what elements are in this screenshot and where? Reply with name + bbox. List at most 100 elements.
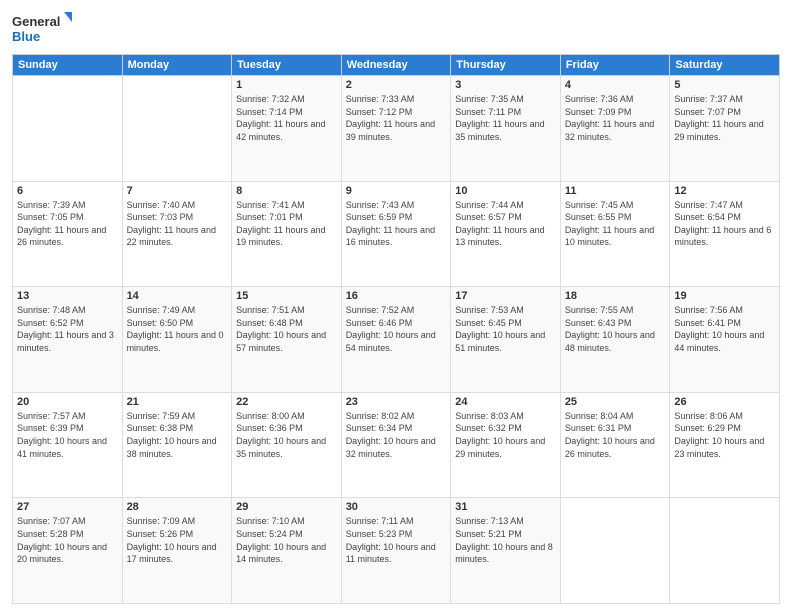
day-number: 3 <box>455 79 556 91</box>
calendar-table: SundayMondayTuesdayWednesdayThursdayFrid… <box>12 54 780 604</box>
day-number: 22 <box>236 396 337 408</box>
calendar-week-row: 1 Sunrise: 7:32 AMSunset: 7:14 PMDaylight… <box>13 76 780 182</box>
day-info: Sunrise: 7:33 AMSunset: 7:12 PMDaylight:… <box>346 93 447 143</box>
calendar-day-cell: 8 Sunrise: 7:41 AMSunset: 7:01 PMDaylight… <box>232 181 342 287</box>
calendar-page: General Blue SundayMondayTuesdayWednesda… <box>0 0 792 612</box>
day-info: Sunrise: 7:36 AMSunset: 7:09 PMDaylight:… <box>565 93 666 143</box>
calendar-day-cell <box>122 76 232 182</box>
calendar-day-cell: 16 Sunrise: 7:52 AMSunset: 6:46 PMDayligh… <box>341 287 451 393</box>
calendar-week-row: 6 Sunrise: 7:39 AMSunset: 7:05 PMDaylight… <box>13 181 780 287</box>
weekday-header-cell: Friday <box>560 55 670 76</box>
day-number: 17 <box>455 290 556 302</box>
day-number: 10 <box>455 185 556 197</box>
calendar-day-cell: 2 Sunrise: 7:33 AMSunset: 7:12 PMDaylight… <box>341 76 451 182</box>
day-info: Sunrise: 7:48 AMSunset: 6:52 PMDaylight:… <box>17 304 118 354</box>
day-number: 29 <box>236 501 337 513</box>
day-info: Sunrise: 8:03 AMSunset: 6:32 PMDaylight:… <box>455 410 556 460</box>
calendar-week-row: 20Sunrise: 7:57 AMSunset: 6:39 PMDayligh… <box>13 392 780 498</box>
weekday-header-cell: Wednesday <box>341 55 451 76</box>
calendar-week-row: 13 Sunrise: 7:48 AMSunset: 6:52 PMDayligh… <box>13 287 780 393</box>
day-number: 1 <box>236 79 337 91</box>
calendar-day-cell: 4 Sunrise: 7:36 AMSunset: 7:09 PMDaylight… <box>560 76 670 182</box>
weekday-header-cell: Sunday <box>13 55 123 76</box>
calendar-day-cell: 17 Sunrise: 7:53 AMSunset: 6:45 PMDayligh… <box>451 287 561 393</box>
day-info: Sunrise: 7:37 AMSunset: 7:07 PMDaylight:… <box>674 93 775 143</box>
logo: General Blue <box>12 10 72 48</box>
weekday-header-cell: Tuesday <box>232 55 342 76</box>
weekday-header-cell: Saturday <box>670 55 780 76</box>
day-number: 23 <box>346 396 447 408</box>
calendar-day-cell: 14 Sunrise: 7:49 AMSunset: 6:50 PMDayligh… <box>122 287 232 393</box>
day-number: 8 <box>236 185 337 197</box>
calendar-day-cell: 11 Sunrise: 7:45 AMSunset: 6:55 PMDayligh… <box>560 181 670 287</box>
header: General Blue <box>12 10 780 48</box>
day-number: 31 <box>455 501 556 513</box>
calendar-day-cell: 9 Sunrise: 7:43 AMSunset: 6:59 PMDaylight… <box>341 181 451 287</box>
calendar-day-cell: 21 Sunrise: 7:59 AMSunset: 6:38 PMDayligh… <box>122 392 232 498</box>
day-number: 13 <box>17 290 118 302</box>
day-info: Sunrise: 7:11 AMSunset: 5:23 PMDaylight:… <box>346 515 447 565</box>
calendar-day-cell: 5 Sunrise: 7:37 AMSunset: 7:07 PMDaylight… <box>670 76 780 182</box>
day-info: Sunrise: 7:43 AMSunset: 6:59 PMDaylight:… <box>346 199 447 249</box>
day-number: 14 <box>127 290 228 302</box>
day-info: Sunrise: 7:13 AMSunset: 5:21 PMDaylight:… <box>455 515 556 565</box>
day-number: 5 <box>674 79 775 91</box>
day-info: Sunrise: 7:32 AMSunset: 7:14 PMDaylight:… <box>236 93 337 143</box>
calendar-day-cell: 18Sunrise: 7:55 AMSunset: 6:43 PMDayligh… <box>560 287 670 393</box>
calendar-day-cell: 19 Sunrise: 7:56 AMSunset: 6:41 PMDayligh… <box>670 287 780 393</box>
day-number: 30 <box>346 501 447 513</box>
day-number: 20 <box>17 396 118 408</box>
day-info: Sunrise: 7:35 AMSunset: 7:11 PMDaylight:… <box>455 93 556 143</box>
day-info: Sunrise: 7:47 AMSunset: 6:54 PMDaylight:… <box>674 199 775 249</box>
day-number: 21 <box>127 396 228 408</box>
calendar-day-cell: 13 Sunrise: 7:48 AMSunset: 6:52 PMDayligh… <box>13 287 123 393</box>
weekday-header: SundayMondayTuesdayWednesdayThursdayFrid… <box>13 55 780 76</box>
day-info: Sunrise: 7:10 AMSunset: 5:24 PMDaylight:… <box>236 515 337 565</box>
day-info: Sunrise: 7:52 AMSunset: 6:46 PMDaylight:… <box>346 304 447 354</box>
day-info: Sunrise: 7:56 AMSunset: 6:41 PMDaylight:… <box>674 304 775 354</box>
day-number: 7 <box>127 185 228 197</box>
calendar-day-cell: 3 Sunrise: 7:35 AMSunset: 7:11 PMDaylight… <box>451 76 561 182</box>
calendar-day-cell: 7 Sunrise: 7:40 AMSunset: 7:03 PMDaylight… <box>122 181 232 287</box>
calendar-day-cell: 20Sunrise: 7:57 AMSunset: 6:39 PMDayligh… <box>13 392 123 498</box>
day-number: 25 <box>565 396 666 408</box>
day-number: 11 <box>565 185 666 197</box>
day-info: Sunrise: 8:00 AMSunset: 6:36 PMDaylight:… <box>236 410 337 460</box>
day-info: Sunrise: 7:53 AMSunset: 6:45 PMDaylight:… <box>455 304 556 354</box>
day-info: Sunrise: 7:44 AMSunset: 6:57 PMDaylight:… <box>455 199 556 249</box>
calendar-day-cell: 28Sunrise: 7:09 AMSunset: 5:26 PMDayligh… <box>122 498 232 604</box>
calendar-day-cell: 12 Sunrise: 7:47 AMSunset: 6:54 PMDayligh… <box>670 181 780 287</box>
day-info: Sunrise: 7:09 AMSunset: 5:26 PMDaylight:… <box>127 515 228 565</box>
calendar-day-cell: 24Sunrise: 8:03 AMSunset: 6:32 PMDayligh… <box>451 392 561 498</box>
weekday-header-cell: Thursday <box>451 55 561 76</box>
svg-text:General: General <box>12 14 60 29</box>
day-number: 9 <box>346 185 447 197</box>
day-info: Sunrise: 7:07 AMSunset: 5:28 PMDaylight:… <box>17 515 118 565</box>
day-info: Sunrise: 8:06 AMSunset: 6:29 PMDaylight:… <box>674 410 775 460</box>
day-number: 12 <box>674 185 775 197</box>
calendar-day-cell <box>13 76 123 182</box>
day-info: Sunrise: 8:04 AMSunset: 6:31 PMDaylight:… <box>565 410 666 460</box>
calendar-day-cell: 23Sunrise: 8:02 AMSunset: 6:34 PMDayligh… <box>341 392 451 498</box>
day-number: 27 <box>17 501 118 513</box>
day-number: 4 <box>565 79 666 91</box>
day-number: 2 <box>346 79 447 91</box>
calendar-week-row: 27 Sunrise: 7:07 AMSunset: 5:28 PMDayligh… <box>13 498 780 604</box>
calendar-body: 1 Sunrise: 7:32 AMSunset: 7:14 PMDaylight… <box>13 76 780 604</box>
calendar-day-cell <box>560 498 670 604</box>
svg-text:Blue: Blue <box>12 29 40 44</box>
day-info: Sunrise: 7:51 AMSunset: 6:48 PMDaylight:… <box>236 304 337 354</box>
day-number: 18 <box>565 290 666 302</box>
day-info: Sunrise: 7:59 AMSunset: 6:38 PMDaylight:… <box>127 410 228 460</box>
day-info: Sunrise: 7:41 AMSunset: 7:01 PMDaylight:… <box>236 199 337 249</box>
day-info: Sunrise: 7:40 AMSunset: 7:03 PMDaylight:… <box>127 199 228 249</box>
calendar-day-cell: 26 Sunrise: 8:06 AMSunset: 6:29 PMDayligh… <box>670 392 780 498</box>
day-number: 19 <box>674 290 775 302</box>
day-number: 16 <box>346 290 447 302</box>
day-info: Sunrise: 7:45 AMSunset: 6:55 PMDaylight:… <box>565 199 666 249</box>
calendar-day-cell: 25 Sunrise: 8:04 AMSunset: 6:31 PMDayligh… <box>560 392 670 498</box>
day-number: 6 <box>17 185 118 197</box>
day-number: 26 <box>674 396 775 408</box>
day-info: Sunrise: 7:39 AMSunset: 7:05 PMDaylight:… <box>17 199 118 249</box>
day-info: Sunrise: 7:49 AMSunset: 6:50 PMDaylight:… <box>127 304 228 354</box>
